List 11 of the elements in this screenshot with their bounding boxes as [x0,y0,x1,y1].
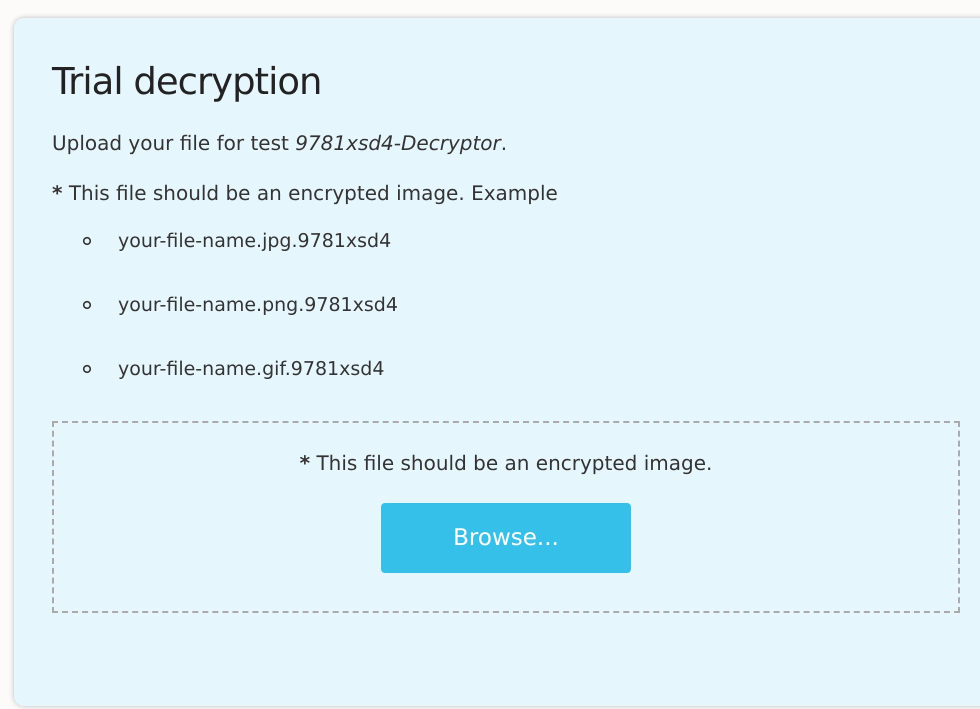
intro-text: Upload your file for test 9781xsd4-Decryptor. [52,131,508,155]
bullet-icon [82,236,92,246]
bullet-icon [82,364,92,374]
note-text: * This file should be an encrypted image. Example [52,181,559,205]
drop-zone[interactable]: * This file should be an encrypted image. Browse... [52,421,960,613]
example-filename: your-file-name.png.9781xsd4 [118,294,398,316]
panel-title: Trial decryption [52,60,322,103]
example-filename: your-file-name.gif.9781xsd4 [118,358,384,380]
bullet-icon [82,300,92,310]
example-filename: your-file-name.jpg.9781xsd4 [118,230,392,252]
dropzone-note: * This file should be an encrypted image. [300,451,712,475]
